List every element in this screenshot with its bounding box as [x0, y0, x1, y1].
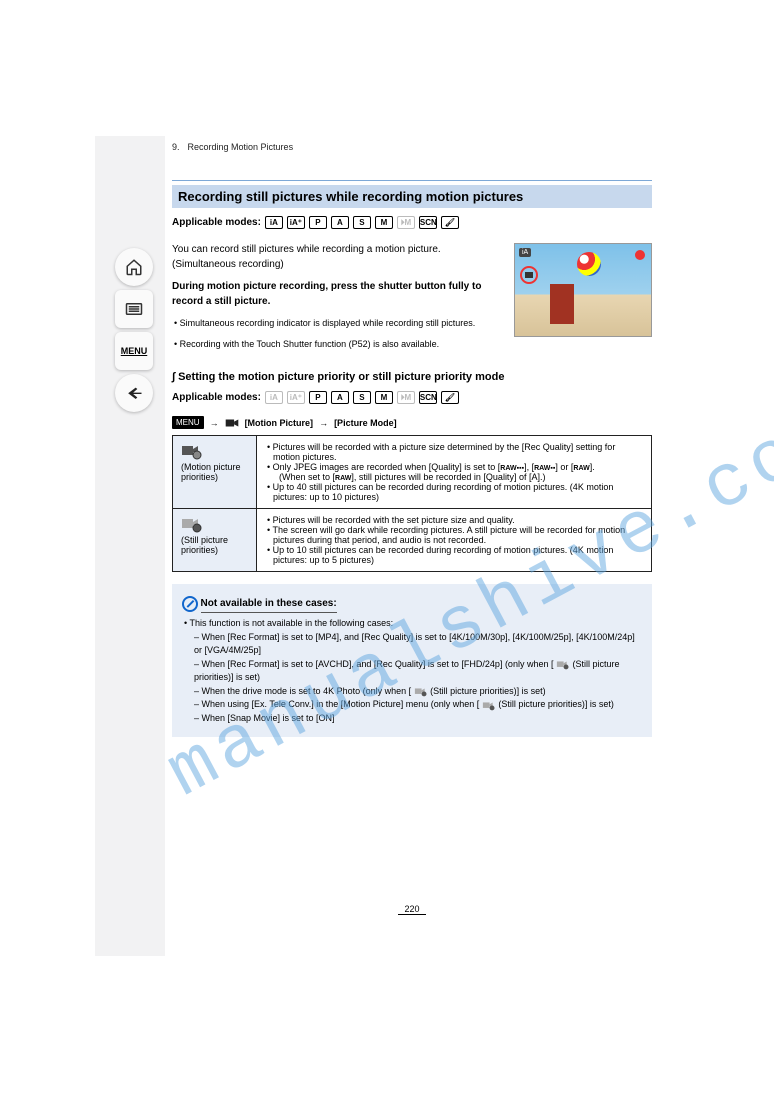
na-line-2: – When [Rec Format] is set to [AVCHD], a… [182, 658, 642, 685]
home-icon [125, 258, 143, 276]
na-line-3: – When the drive mode is set to 4K Photo… [182, 685, 642, 699]
still-priority-inline-icon-1 [556, 659, 570, 670]
header-chapter-title: Recording Motion Pictures [180, 142, 652, 152]
menu-label: MENU [121, 346, 148, 356]
not-available-notebox: Not available in these cases: • This fun… [172, 584, 652, 737]
page-number-footer: 220 [172, 904, 652, 915]
mode-icon-p: P [309, 216, 327, 229]
na-line-5: – When [Snap Movie] is set to [ON] [182, 712, 642, 726]
subsection-title-priority: ∫ Setting the motion picture priority or… [172, 371, 652, 383]
still-priority-inline-icon-2 [414, 686, 428, 697]
not-available-header: Not available in these cases: [201, 596, 337, 613]
mode-icon-a: A [331, 216, 349, 229]
record-indicator-icon [635, 250, 645, 260]
mode-icon-p-2: P [309, 391, 327, 404]
na-line-0: • This function is not available in the … [182, 617, 642, 631]
cell-still-priority-desc: • Pictures will be recorded with the set… [257, 509, 652, 572]
mode-icon-vm-disabled-2: ⏵M [397, 391, 415, 404]
note-indicator: • Simultaneous recording indicator is di… [172, 317, 492, 330]
menu-item: [Picture Mode] [334, 418, 397, 428]
cell-movie-priority-desc: • Pictures will be recorded with a pictu… [257, 436, 652, 509]
menu-chip: MENU [172, 416, 204, 429]
header-chapter-num: 9. [172, 142, 180, 152]
menu-arrow-2: → [319, 418, 328, 428]
menu-category: [Motion Picture] [245, 418, 314, 428]
mode-icon-creative-2: 🖌 [441, 391, 459, 404]
motion-picture-menu-icon [225, 417, 239, 429]
note-touch-shutter: • Recording with the Touch Shutter funct… [172, 338, 492, 351]
still-priority-icon [181, 515, 203, 533]
mode-icon-creative: 🖌 [441, 216, 459, 229]
cell-still-priority-label: (Still picture priorities) [173, 509, 257, 572]
mode-icon-s-2: S [353, 391, 371, 404]
still-priority-inline-icon-3 [482, 700, 496, 711]
nav-menu-button[interactable]: MENU [115, 332, 153, 370]
mode-icon-m-2: M [375, 391, 393, 404]
mode-icon-m: M [375, 216, 393, 229]
na-line-4: – When using [Ex. Tele Conv.] in the [Mo… [182, 698, 642, 712]
figure-people-graphic [550, 284, 574, 324]
applicable-modes-row-1: Applicable modes: iA iA⁺ P A S M ⏵M SCN … [172, 208, 652, 235]
na-line-1: – When [Rec Format] is set to [MP4], and… [182, 631, 642, 658]
nav-back-button[interactable] [115, 374, 153, 412]
mode-icon-scn: SCN [419, 216, 437, 229]
applicable-modes-label-2: Applicable modes: [172, 392, 261, 403]
page-header-meta: 9. Recording Motion Pictures [172, 136, 652, 180]
sample-screenshot: iA [514, 243, 652, 337]
menu-arrow-1: → [210, 418, 219, 428]
mode-icon-a-2: A [331, 391, 349, 404]
step-paragraph: During motion picture recording, press t… [172, 280, 492, 309]
header-rule [172, 180, 652, 181]
applicable-modes-row-2: Applicable modes: iA iA⁺ P A S M ⏵M SCN … [172, 383, 652, 410]
back-arrow-icon [124, 385, 144, 401]
section-title-simultaneous: Recording still pictures while recording… [172, 185, 652, 208]
menu-path-row: MENU → [Motion Picture] → [Picture Mode] [172, 416, 652, 429]
mode-icon-s: S [353, 216, 371, 229]
mode-icon-iaplus: iA⁺ [287, 216, 305, 229]
mode-icon-ia-disabled: iA [265, 391, 283, 404]
movie-priority-icon [181, 442, 203, 460]
simultaneous-rec-indicator-icon [520, 266, 538, 284]
priority-mode-table: (Motion picture priorities) • Pictures w… [172, 435, 652, 572]
cell-movie-priority-label: (Motion picture priorities) [173, 436, 257, 509]
screenshot-mode-badge: iA [519, 248, 531, 257]
list-icon [125, 302, 143, 316]
mode-icon-iaplus-disabled: iA⁺ [287, 391, 305, 404]
nav-home-button[interactable] [115, 248, 153, 286]
intro-paragraph: You can record still pictures while reco… [172, 243, 492, 272]
applicable-modes-label: Applicable modes: [172, 217, 261, 228]
not-available-icon [182, 596, 198, 612]
mode-icon-ia: iA [265, 216, 283, 229]
mode-icon-vm-disabled: ⏵M [397, 216, 415, 229]
nav-contents-button[interactable] [115, 290, 153, 328]
figure-beachball-graphic [577, 252, 601, 276]
mode-icon-scn-2: SCN [419, 391, 437, 404]
